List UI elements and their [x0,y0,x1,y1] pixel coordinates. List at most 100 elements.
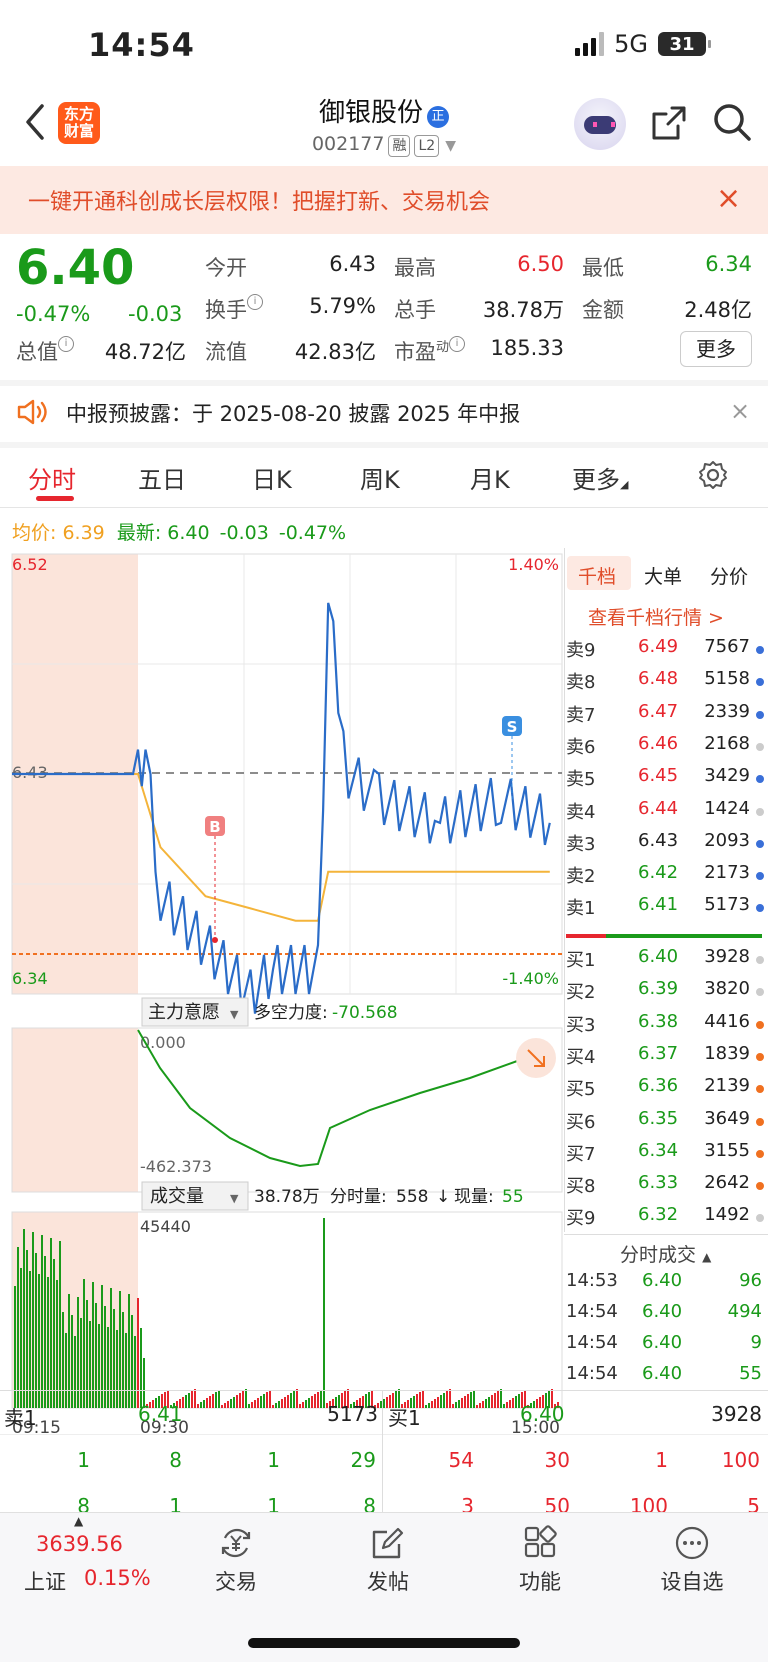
ask-price: 6.45 [638,765,679,787]
bar-volume-label: 分时量: [330,1187,387,1207]
volume-bar [194,1389,196,1408]
bid-row[interactable]: 买1 6.40 3928 [566,946,764,978]
ask-price: 6.47 [638,700,679,722]
bid-volume: 4416 [704,1010,750,1032]
volume-bar [485,1399,487,1408]
ask-volume: 3429 [704,765,750,787]
tab-intraday[interactable]: 分时 [28,460,76,495]
ask-row[interactable]: 卖6 6.46 2168 [566,733,764,765]
notice-text[interactable]: 中报预披露：于 2025-08-20 披露 2025 年中报 [66,398,520,428]
tab-daily-k[interactable]: 日K [252,460,292,495]
bid-row[interactable]: 买7 6.34 3155 [566,1140,764,1172]
volume-bar [239,1393,241,1408]
share-icon[interactable] [650,104,688,142]
volume-bar [500,1389,502,1408]
nav-trade[interactable]: 交易 [176,1524,296,1596]
ask-dot [756,646,764,654]
notice-close-button[interactable]: × [730,397,750,425]
trades-title[interactable]: 分时成交 ▲ [620,1240,711,1267]
ask-dot [756,839,764,848]
gear-icon[interactable] [698,460,728,490]
ask-price: 6.42 [638,862,679,884]
tab-thousand-levels[interactable]: 千档 [578,562,616,589]
intraday-chart[interactable]: 6.52 6.43 6.34 1.40% -1.40% B S 主力意愿 ▼ 多… [0,548,564,1508]
ask-row[interactable]: 卖5 6.45 3429 [566,765,764,797]
queue-ask-cell: 29 [350,1448,376,1472]
bid-label: 买4 [566,1046,596,1068]
trade-time: 14:54 [566,1363,618,1384]
axis-top-pct: 1.40% [508,555,559,574]
volume-bar [185,1395,187,1408]
thousand-levels-link[interactable]: 查看千档行情 > [588,603,724,630]
buy-marker[interactable]: B [205,816,225,943]
bar-volume-value: 558 [396,1187,428,1207]
bid-row[interactable]: 买4 6.37 1839 [566,1043,764,1075]
nav-add-watchlist[interactable]: 设自选 [632,1524,752,1596]
ask-price: 6.43 [638,829,679,851]
volume-bar [236,1395,238,1408]
nav-functions[interactable]: 功能 [480,1524,600,1596]
trade-volume: 494 [727,1301,762,1322]
battery-level: 31 [669,33,695,55]
more-dots-icon [675,1526,709,1560]
volume-bar [290,1393,292,1408]
more-button[interactable]: 更多 [680,331,752,367]
ask-row[interactable]: 卖9 6.49 7567 [566,636,764,668]
ask-price: 6.41 [638,894,679,916]
volume-bar [197,1404,199,1408]
volume-bar [269,1390,271,1408]
index-value[interactable]: 3639.56 [36,1532,123,1556]
queue-ask-price: 6.41 [138,1402,183,1426]
volume-bar [191,1391,193,1408]
speaker-icon [17,399,47,425]
ask-row[interactable]: 卖8 6.48 5158 [566,668,764,700]
volume-bar [323,1218,325,1408]
bid-row[interactable]: 买9 6.32 1492 [566,1204,764,1236]
volume-bar [62,1312,64,1408]
svg-text:成交量: 成交量 [150,1186,204,1207]
bid-volume: 3928 [704,946,750,967]
info-icon[interactable]: i [58,336,74,352]
ask-row[interactable]: 卖1 6.41 5173 [566,894,764,926]
queue-bid-cell: 1 [655,1448,668,1472]
high-label: 最高 [394,256,436,280]
ask-row[interactable]: 卖2 6.42 2173 [566,862,764,894]
tab-5day[interactable]: 五日 [138,460,186,495]
tab-weekly-k[interactable]: 周K [360,460,400,495]
volume-bar [35,1253,37,1408]
ask-row[interactable]: 卖3 6.43 2093 [566,830,764,862]
info-icon[interactable]: i [449,336,466,352]
bid-row[interactable]: 买6 6.35 3649 [566,1108,764,1140]
info-icon[interactable]: i [247,294,263,310]
assistant-robot-icon[interactable] [574,98,626,150]
volume-bar [467,1394,469,1408]
volume-select[interactable]: 成交量 ▼ [141,1181,249,1211]
tab-price-dist[interactable]: 分价 [710,562,748,589]
ask-dot [756,807,764,816]
ask-volume: 5173 [704,894,750,916]
bid-row[interactable]: 买3 6.38 4416 [566,1011,764,1043]
bid-row[interactable]: 买8 6.33 2642 [566,1172,764,1204]
ask-row[interactable]: 卖4 6.44 1424 [566,798,764,830]
banner-close-button[interactable]: × [716,184,741,214]
volume-bar [83,1279,85,1408]
tab-big-orders[interactable]: 大单 [644,562,682,589]
bid-row[interactable]: 买5 6.36 2139 [566,1075,764,1107]
ask-row[interactable]: 卖7 6.47 2339 [566,701,764,733]
tab-more[interactable]: 更多◢ [572,460,628,495]
nav-post[interactable]: 发帖 [328,1524,448,1596]
index-name[interactable]: 上证 [24,1566,66,1596]
volume-bar [296,1389,298,1408]
index-pct[interactable]: 0.15% [84,1566,151,1590]
volume-bar [482,1401,484,1408]
bid-volume: 1492 [704,1204,750,1226]
change-amount: -0.03 [128,302,183,326]
bid-row[interactable]: 买2 6.39 3820 [566,978,764,1010]
search-icon[interactable] [712,102,752,142]
volume-bar [284,1397,286,1408]
tab-monthly-k[interactable]: 月K [470,460,510,495]
indicator-select[interactable]: 主力意愿 ▼ [141,997,249,1027]
chevron-down-icon: ◢ [620,478,629,491]
bid-price: 6.33 [638,1172,679,1194]
promo-banner-text[interactable]: 一键开通科创成长层权限！把握打新、交易机会 [28,184,490,216]
